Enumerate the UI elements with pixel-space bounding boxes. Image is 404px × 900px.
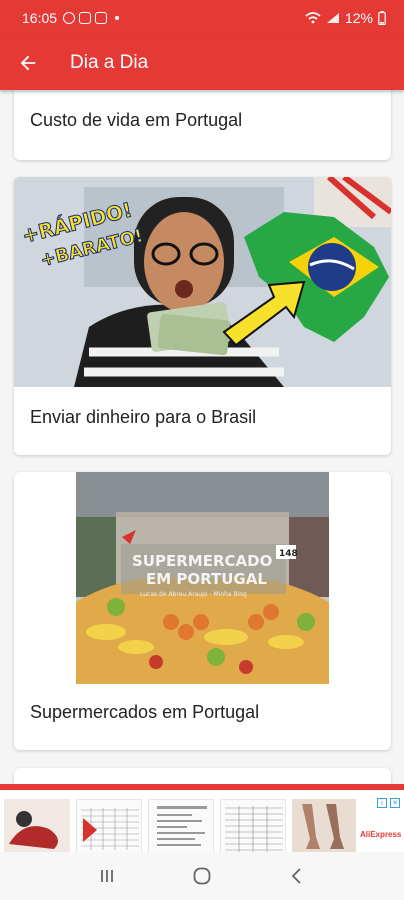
article-title: Enviar dinheiro para o Brasil xyxy=(30,407,257,427)
system-nav-bar xyxy=(0,852,404,900)
gmail-icon xyxy=(79,12,92,24)
ad-product-image-1[interactable] xyxy=(4,799,70,855)
thumbnail-supermarket-image: SUPERMERCADO EM PORTUGAL Lucas de Abreu … xyxy=(76,472,329,684)
ad-product-image-2[interactable] xyxy=(76,799,142,855)
ad-product-image-5[interactable] xyxy=(292,799,356,855)
article-list: Custo de vida em Portugal +RÁPIDO! +BARA… xyxy=(0,90,404,784)
thumbnail-title-line2: EM PORTUGAL xyxy=(146,570,267,588)
article-thumbnail: +RÁPIDO! +BARATO! xyxy=(14,177,391,387)
status-right: 12% xyxy=(305,10,386,26)
thumbnail-sign: 148 xyxy=(279,549,298,559)
status-time: 16:05 xyxy=(22,10,58,26)
ad-banner[interactable]: i ✕ AliExpress xyxy=(0,784,404,855)
system-back-button[interactable] xyxy=(277,856,317,896)
ad-product-image-3[interactable] xyxy=(148,799,214,855)
chevron-left-icon xyxy=(291,868,301,884)
home-icon xyxy=(193,867,211,885)
article-thumbnail: SUPERMERCADO EM PORTUGAL Lucas de Abreu … xyxy=(76,472,329,684)
ad-choices-badge[interactable]: i ✕ xyxy=(377,798,400,808)
article-card-send-money[interactable]: +RÁPIDO! +BARATO! Enviar dinheiro para o… xyxy=(14,177,391,455)
article-card-supermarkets[interactable]: SUPERMERCADO EM PORTUGAL Lucas de Abreu … xyxy=(14,472,391,750)
thumbnail-caption: Lucas de Abreu Araujo - Minha Blog xyxy=(140,591,247,598)
message-icon xyxy=(95,12,108,24)
status-bar: 16:05 12% xyxy=(0,0,404,36)
article-card-next[interactable] xyxy=(14,768,391,784)
recent-apps-button[interactable] xyxy=(87,856,127,896)
article-title: Custo de vida em Portugal xyxy=(30,110,243,130)
whatsapp-icon xyxy=(63,12,76,24)
thumbnail-send-money-image: +RÁPIDO! +BARATO! xyxy=(14,177,391,387)
app-bar: Dia a Dia xyxy=(0,36,404,90)
arrow-back-icon xyxy=(20,55,36,71)
home-button[interactable] xyxy=(182,856,222,896)
battery-percent: 12% xyxy=(344,10,373,26)
signal-icon xyxy=(326,13,339,23)
back-button[interactable] xyxy=(0,36,56,90)
wifi-icon xyxy=(305,12,321,24)
article-title: Supermercados em Portugal xyxy=(30,702,260,722)
ad-close-icon[interactable]: ✕ xyxy=(390,798,400,808)
more-notifications-icon xyxy=(115,16,120,20)
ad-product-image-4[interactable] xyxy=(220,799,286,855)
ad-brand-label: AliExpress xyxy=(360,830,402,839)
page-title: Dia a Dia xyxy=(70,52,149,73)
battery-icon xyxy=(378,11,386,25)
recent-apps-icon xyxy=(101,870,114,882)
ad-info-icon[interactable]: i xyxy=(377,798,387,808)
notification-icons xyxy=(63,12,120,24)
thumbnail-title-line1: SUPERMERCADO xyxy=(132,552,272,570)
article-card-cost-of-living[interactable]: Custo de vida em Portugal xyxy=(14,90,391,160)
